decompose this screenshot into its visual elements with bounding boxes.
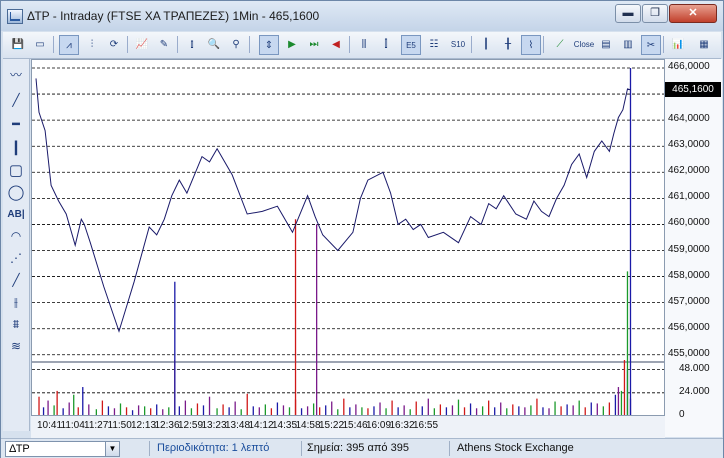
period-icon[interactable]: E5 (401, 35, 421, 55)
template-icon[interactable]: ☷ (425, 35, 443, 53)
time-tick-label: 16:32 (389, 420, 415, 431)
price-tick-label: 458,0000 (668, 269, 710, 281)
chart-type-icon-2[interactable]: ⫿ (377, 35, 395, 53)
exchange-label: Athens Stock Exchange (457, 442, 574, 454)
step-icon[interactable]: ⏭ (305, 35, 323, 53)
fibonacci-icon[interactable]: ⩩ (6, 315, 26, 333)
periodicity-label: Περιοδικότητα: 1 λεπτό (157, 442, 270, 454)
time-tick-label: 14:12 (248, 420, 274, 431)
volume-tick-label: 48.000 (679, 362, 710, 374)
price-tick-label: 464,0000 (668, 113, 710, 125)
compare-icon[interactable]: S10 (449, 35, 467, 53)
drawing-icon[interactable]: ✎ (155, 35, 173, 53)
arc-icon[interactable]: ◠ (6, 227, 26, 245)
horizontal-line-icon[interactable]: ━ (6, 115, 26, 133)
time-tick-label: 11:04 (60, 420, 85, 431)
price-tick-label: 457,0000 (668, 295, 710, 307)
time-tick-label: 13:48 (225, 420, 251, 431)
diagonal-line-icon[interactable]: ╱ (6, 91, 26, 109)
ellipse-icon[interactable]: ◯ (6, 183, 26, 201)
time-tick-label: 12:13 (131, 420, 157, 431)
layout-icon[interactable]: ▤ (597, 35, 615, 53)
time-tick-label: 11:50 (107, 420, 132, 431)
zoom-in-icon[interactable]: 🔍 (205, 35, 223, 53)
line-chart-icon[interactable]: 〰 (6, 65, 26, 83)
chevron-down-icon[interactable]: ▼ (105, 442, 119, 456)
tools-icon[interactable]: ✂ (641, 35, 661, 55)
price-volume-chart (32, 67, 664, 417)
back-icon[interactable]: ◀ (327, 35, 345, 53)
vertical-line-icon[interactable]: ┃ (6, 139, 26, 157)
price-line (35, 78, 631, 333)
app-icon (7, 9, 23, 24)
time-tick-label: 12:36 (154, 420, 180, 431)
symbol-value: ΔΤΡ (9, 443, 30, 455)
price-axis: 466,0000465,0000464,0000463,0000462,0000… (664, 59, 722, 437)
price-tick-label: 459,0000 (668, 243, 710, 255)
text-icon[interactable]: ΑΒ| (6, 205, 26, 223)
window-icon[interactable]: ▭ (31, 35, 49, 53)
time-tick-label: 10:41 (37, 420, 63, 431)
rectangle-icon[interactable]: ▢ (6, 161, 26, 179)
time-tick-label: 16:09 (366, 420, 392, 431)
scroll-start-icon[interactable]: ⇕ (259, 35, 279, 55)
trendline-icon[interactable]: ╱ (6, 271, 26, 289)
save-icon[interactable]: 💾 (9, 35, 27, 53)
bar-style-icon[interactable]: ⫾ (183, 35, 201, 53)
candle-icon-2[interactable]: ╂ (499, 35, 517, 53)
last-price-badge: 465,1600 (665, 81, 721, 97)
time-tick-label: 14:35 (272, 420, 298, 431)
title-bar: ΔΤΡ - Intraday (FTSE ΧΑ ΤΡΑΠΕΖΕΣ) 1Min -… (1, 1, 723, 31)
price-tick-label: 462,0000 (668, 165, 710, 177)
time-axis: 10:41 11:04 11:27 11:50 12:13 12:36 12:59 13:23… (31, 415, 665, 438)
refresh-icon[interactable]: ⟳ (105, 35, 123, 53)
window-title: ΔΤΡ - Intraday (FTSE ΧΑ ΤΡΑΠΕΖΕΣ) 1Min -… (27, 9, 320, 23)
maximize-button[interactable]: ❐ (642, 4, 668, 23)
price-tick-label: 460,0000 (668, 217, 710, 229)
minimize-button[interactable]: ▬ (615, 4, 641, 23)
symbol-select[interactable]: ΔΤΡ ▼ (5, 441, 120, 457)
drawing-toolbar: 〰 ╱ ━ ┃ ▢ ◯ ΑΒ| ◠ ⋰ ╱ ⫲ ⩩ ≋ (3, 59, 30, 431)
candle-icon[interactable]: ┃ (477, 35, 495, 53)
time-tick-label: 12:59 (178, 420, 204, 431)
close-button[interactable]: ✕ (669, 4, 717, 23)
time-tick-label: 16:55 (413, 420, 439, 431)
time-tick-label: 14:58 (295, 420, 321, 431)
channel-icon[interactable]: ⫲ (6, 293, 26, 311)
indicator-icon[interactable]: 📈 (133, 35, 151, 53)
time-tick-label: 11:27 (84, 420, 109, 431)
price-tick-label: 466,0000 (668, 61, 710, 72)
price-tick-label: 463,0000 (668, 139, 710, 151)
time-tick-label: 13:23 (201, 420, 227, 431)
price-tick-label: 461,0000 (668, 191, 710, 203)
status-bar: ΔΤΡ ▼ Περιοδικότητα: 1 λεπτό Σημεία: 395… (1, 438, 723, 458)
zoom-out-icon[interactable]: ⚲ (227, 35, 245, 53)
chart-plot-area[interactable] (31, 59, 665, 439)
volume-tick-label: 0 (679, 409, 685, 420)
fan-icon[interactable]: ⋰ (6, 249, 26, 267)
price-tick-label: 456,0000 (668, 321, 710, 333)
panel-icon[interactable]: ▥ (619, 35, 637, 53)
wave-icon[interactable]: ≋ (6, 337, 26, 355)
play-icon[interactable]: ▶ (283, 35, 301, 53)
export-icon[interactable]: 📊 (669, 35, 687, 53)
volume-tick-label: 24.000 (679, 385, 710, 397)
points-label: Σημεία: 395 από 395 (307, 442, 409, 454)
app-window: ΔΤΡ - Intraday (FTSE ΧΑ ΤΡΑΠΕΖΕΣ) 1Min -… (0, 0, 724, 458)
time-tick-label: 15:22 (319, 420, 345, 431)
line-icon[interactable]: ⌇ (521, 35, 541, 55)
bar-chart-icon[interactable]: ⫶ (83, 35, 101, 53)
time-tick-label: 15:46 (342, 420, 368, 431)
close-type-icon[interactable]: Close (573, 35, 595, 53)
settings-icon[interactable]: ▦ (695, 35, 713, 53)
dots-icon[interactable]: ⟋ (551, 35, 569, 53)
price-tick-label: 455,0000 (668, 347, 710, 359)
line-chart-icon[interactable]: ⩘ (59, 35, 79, 55)
chart-type-icon[interactable]: ⫼ (355, 35, 373, 53)
main-toolbar: 💾 ▭ ⩘ ⫶ ⟳ 📈 ✎ ⫾ 🔍 ⚲ ⇕ ▶ ⏭ ◀ ⫼ ⫿ E5 ☷ S10… (3, 32, 721, 59)
